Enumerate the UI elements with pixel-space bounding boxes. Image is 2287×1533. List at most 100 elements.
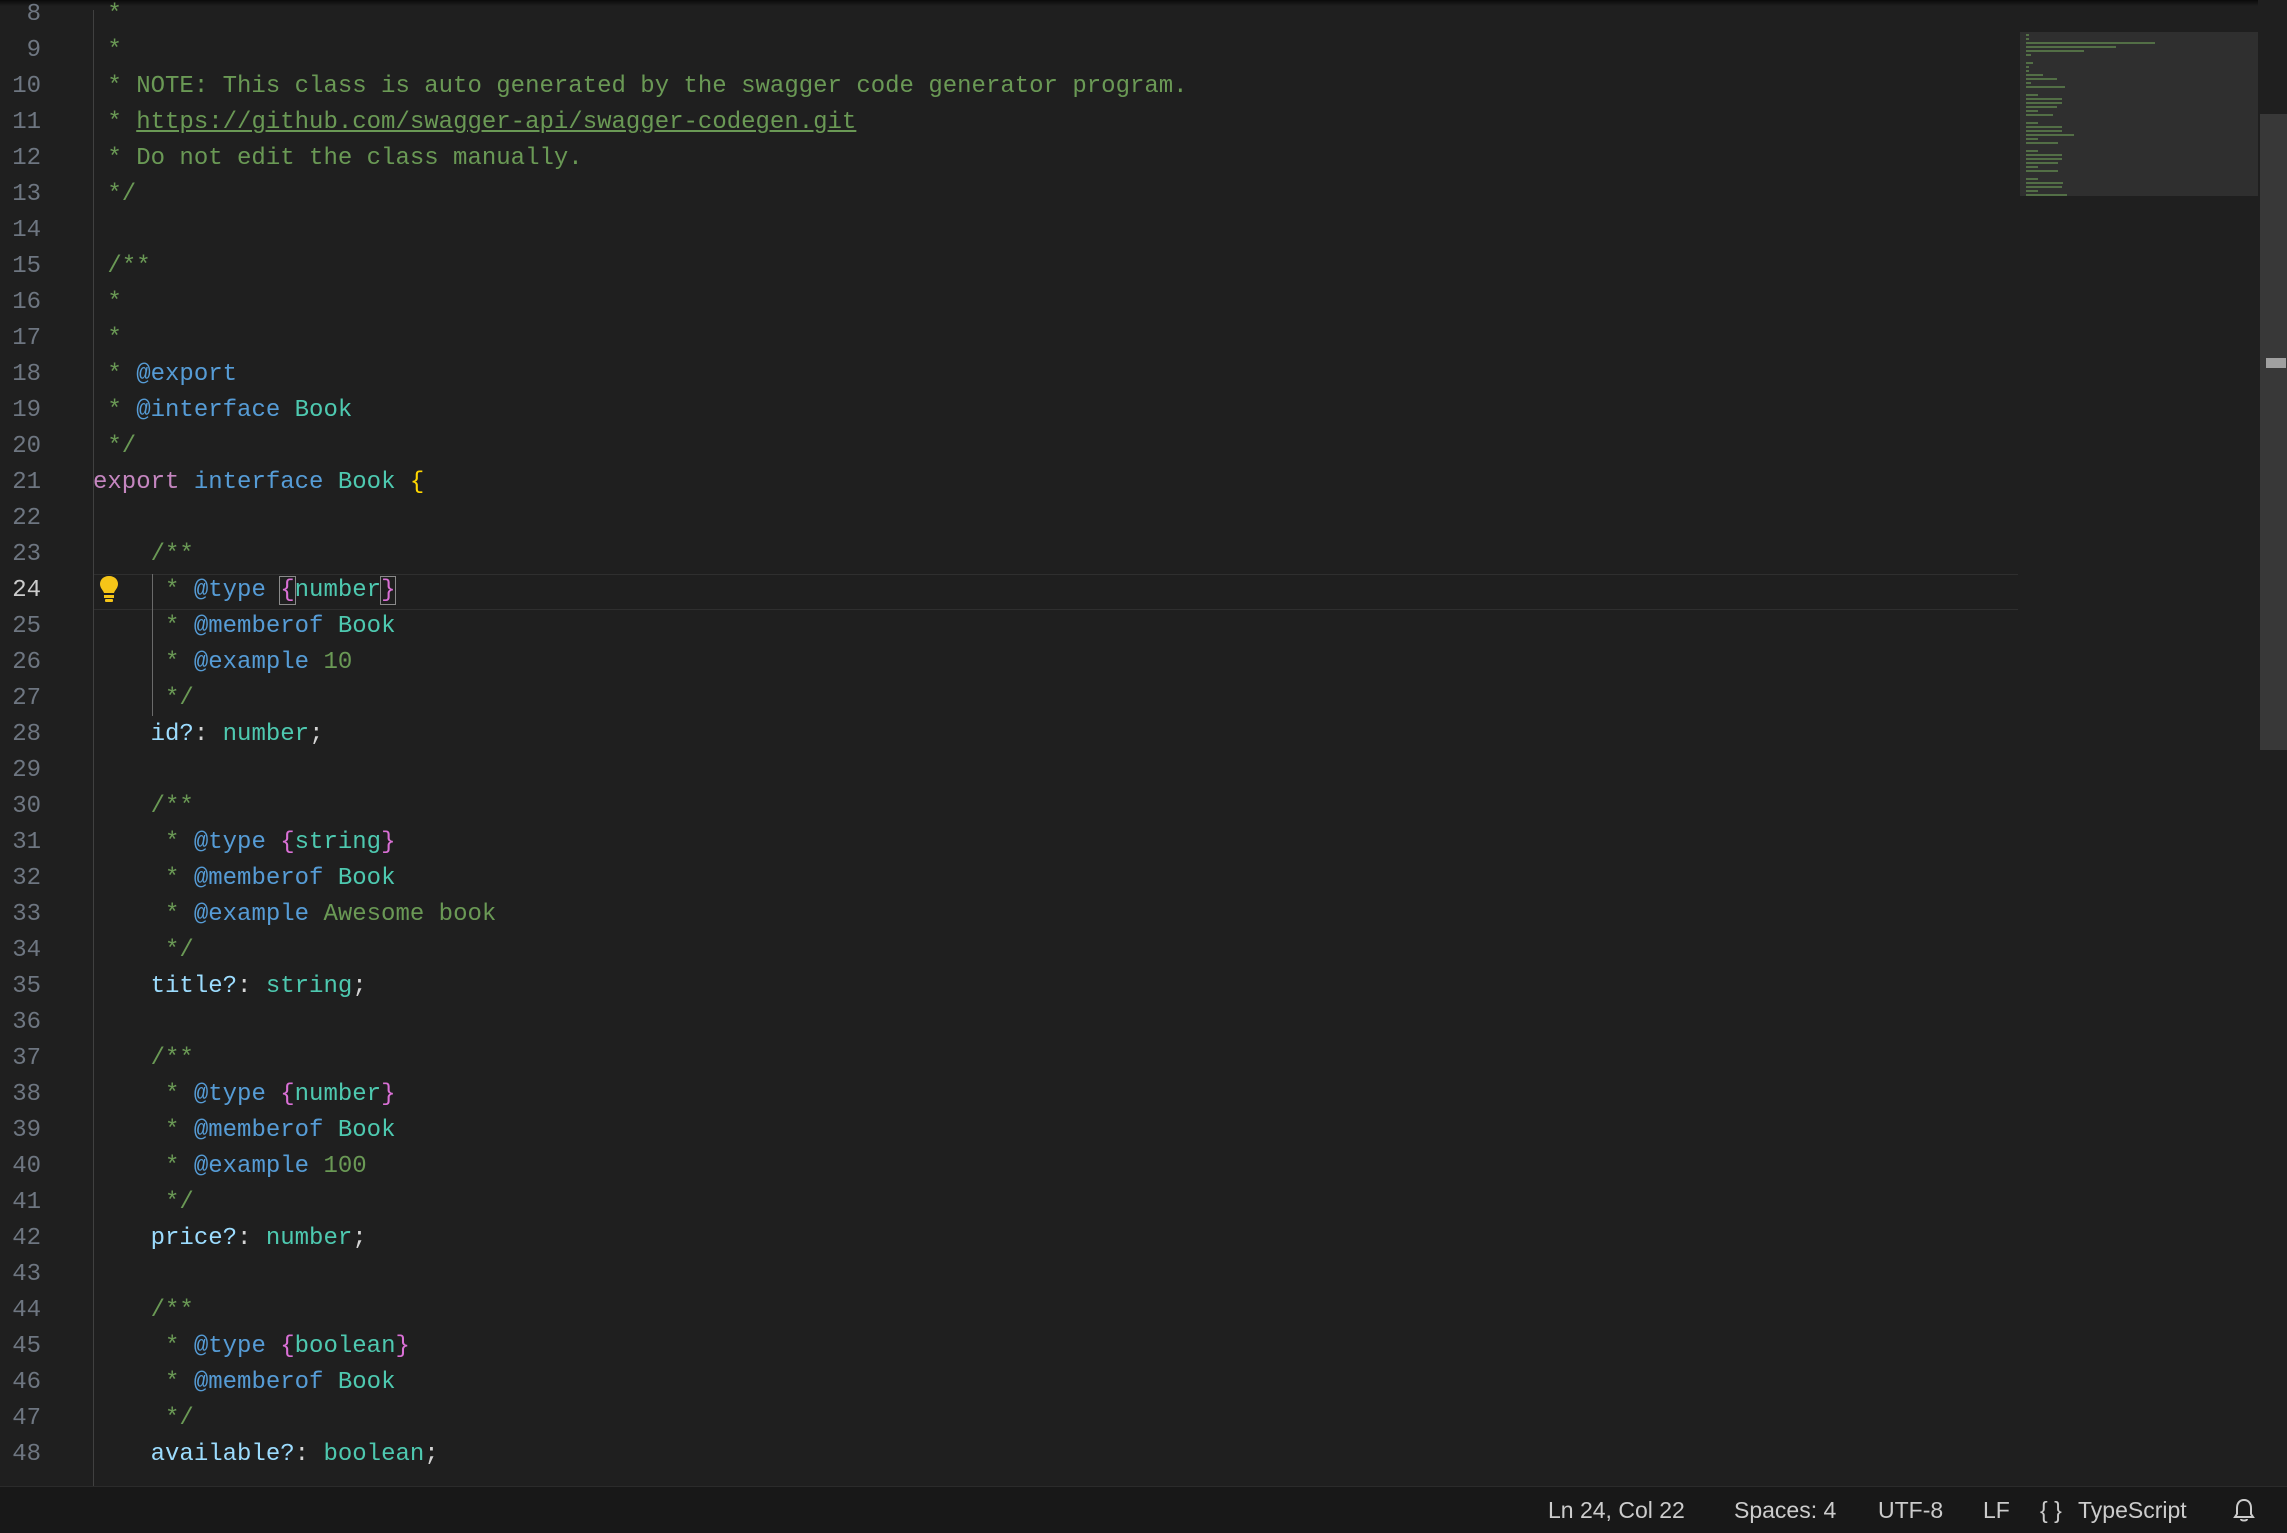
code-token: {: [280, 829, 295, 856]
code-line[interactable]: 26 * @example 10: [0, 645, 2020, 681]
code-line[interactable]: 48 available?: boolean;: [0, 1437, 2020, 1473]
code-line[interactable]: 21 export interface Book {: [0, 465, 2020, 501]
code-line[interactable]: 40 * @example 100: [0, 1149, 2020, 1185]
code-line[interactable]: 11 * https://github.com/swagger-api/swag…: [0, 105, 2020, 141]
line-number: 39: [12, 1117, 41, 1144]
minimap-line: [2026, 178, 2038, 180]
code-line[interactable]: 31 * @type {string}: [0, 825, 2020, 861]
line-code: /**: [93, 789, 194, 825]
code-line[interactable]: 43: [0, 1257, 2020, 1293]
code-token: Book: [337, 613, 396, 640]
line-code: *: [93, 33, 121, 69]
code-token: export: [93, 469, 180, 496]
line-number: 18: [12, 361, 41, 388]
code-link[interactable]: https://github.com/swagger-api/swagger-c…: [136, 109, 856, 136]
line-code: /**: [93, 537, 194, 573]
line-number: 27: [12, 685, 41, 712]
code-line[interactable]: 9 *: [0, 33, 2020, 69]
code-line[interactable]: 39 * @memberof Book: [0, 1113, 2020, 1149]
eol-setting[interactable]: LF: [1983, 1487, 2010, 1533]
minimap-line: [2026, 170, 2059, 172]
code-line[interactable]: 12 * Do not edit the class manually.: [0, 141, 2020, 177]
code-token: */: [93, 685, 194, 712]
line-code: * @interface Book: [93, 393, 352, 429]
code-token: :: [294, 1441, 324, 1468]
code-line[interactable]: 27 */: [0, 681, 2020, 717]
line-code: */: [93, 681, 194, 717]
code-line[interactable]: 23 /**: [0, 537, 2020, 573]
code-token: price?: [150, 1225, 238, 1252]
code-token: number: [265, 1225, 353, 1252]
indentation-setting[interactable]: Spaces: 4: [1734, 1487, 1836, 1533]
code-line[interactable]: 16 *: [0, 285, 2020, 321]
code-line[interactable]: 17 *: [0, 321, 2020, 357]
code-line[interactable]: 29: [0, 753, 2020, 789]
code-line[interactable]: 28 id?: number;: [0, 717, 2020, 753]
code-line[interactable]: 13 */: [0, 177, 2020, 213]
code-line[interactable]: 30 /**: [0, 789, 2020, 825]
code-line[interactable]: 41 */: [0, 1185, 2020, 1221]
line-code: * @memberof Book: [93, 861, 395, 897]
code-token: *: [93, 1333, 194, 1360]
code-line[interactable]: 35 title?: string;: [0, 969, 2020, 1005]
code-token: */: [93, 937, 194, 964]
code-line[interactable]: 15 /**: [0, 249, 2020, 285]
line-code: /**: [93, 1293, 194, 1329]
code-token: string: [265, 973, 353, 1000]
code-editor[interactable]: 8 * 9 * 10 * NOTE: This class is auto gene…: [0, 0, 2287, 1486]
line-number: 42: [12, 1225, 41, 1252]
language-mode[interactable]: TypeScript: [2078, 1487, 2187, 1533]
braces-icon[interactable]: { }: [2040, 1487, 2062, 1533]
code-token: *: [93, 1081, 194, 1108]
line-number: 29: [12, 757, 41, 784]
code-line[interactable]: 45 * @type {boolean}: [0, 1329, 2020, 1365]
code-line[interactable]: 20 */: [0, 429, 2020, 465]
code-line[interactable]: 14: [0, 213, 2020, 249]
code-line[interactable]: 46 * @memberof Book: [0, 1365, 2020, 1401]
minimap-line: [2026, 134, 2074, 136]
code-line[interactable]: 34 */: [0, 933, 2020, 969]
line-code: * @export: [93, 357, 237, 393]
minimap-line: [2026, 150, 2038, 152]
code-line[interactable]: 42 price?: number;: [0, 1221, 2020, 1257]
lightbulb-icon[interactable]: [97, 574, 121, 604]
line-number: 11: [12, 109, 41, 136]
code-line[interactable]: 37 /**: [0, 1041, 2020, 1077]
code-token: }: [395, 1333, 410, 1360]
encoding-setting[interactable]: UTF-8: [1878, 1487, 1943, 1533]
code-line[interactable]: 8 *: [0, 0, 2020, 33]
bell-icon[interactable]: [2232, 1497, 2256, 1523]
code-line[interactable]: 10 * NOTE: This class is auto generated …: [0, 69, 2020, 105]
line-number: 16: [12, 289, 41, 316]
minimap[interactable]: [2020, 0, 2258, 1486]
cursor-position[interactable]: Ln 24, Col 22: [1548, 1487, 1685, 1533]
vertical-scrollbar[interactable]: [2258, 0, 2287, 1486]
code-line[interactable]: 24 * @type {number}: [0, 573, 2020, 609]
code-line[interactable]: 25 * @memberof Book: [0, 609, 2020, 645]
code-line[interactable]: 38 * @type {number}: [0, 1077, 2020, 1113]
code-line[interactable]: 22: [0, 501, 2020, 537]
code-line[interactable]: 47 */: [0, 1401, 2020, 1437]
code-token: *: [93, 397, 137, 424]
code-token: @export: [136, 361, 238, 388]
minimap-line: [2026, 114, 2054, 116]
code-line[interactable]: 33 * @example Awesome book: [0, 897, 2020, 933]
minimap-line: [2026, 166, 2038, 168]
code-token: :: [237, 973, 266, 1000]
code-line[interactable]: 36: [0, 1005, 2020, 1041]
code-token: /**: [93, 541, 194, 568]
code-line[interactable]: 32 * @memberof Book: [0, 861, 2020, 897]
code-line[interactable]: 44 /**: [0, 1293, 2020, 1329]
scrollbar-thumb[interactable]: [2260, 114, 2287, 750]
code-line[interactable]: 18 * @export: [0, 357, 2020, 393]
minimap-line: [2026, 102, 2062, 104]
code-line[interactable]: 19 * @interface Book: [0, 393, 2020, 429]
line-code: * https://github.com/swagger-api/swagger…: [93, 105, 856, 141]
code-token: {: [409, 469, 425, 496]
